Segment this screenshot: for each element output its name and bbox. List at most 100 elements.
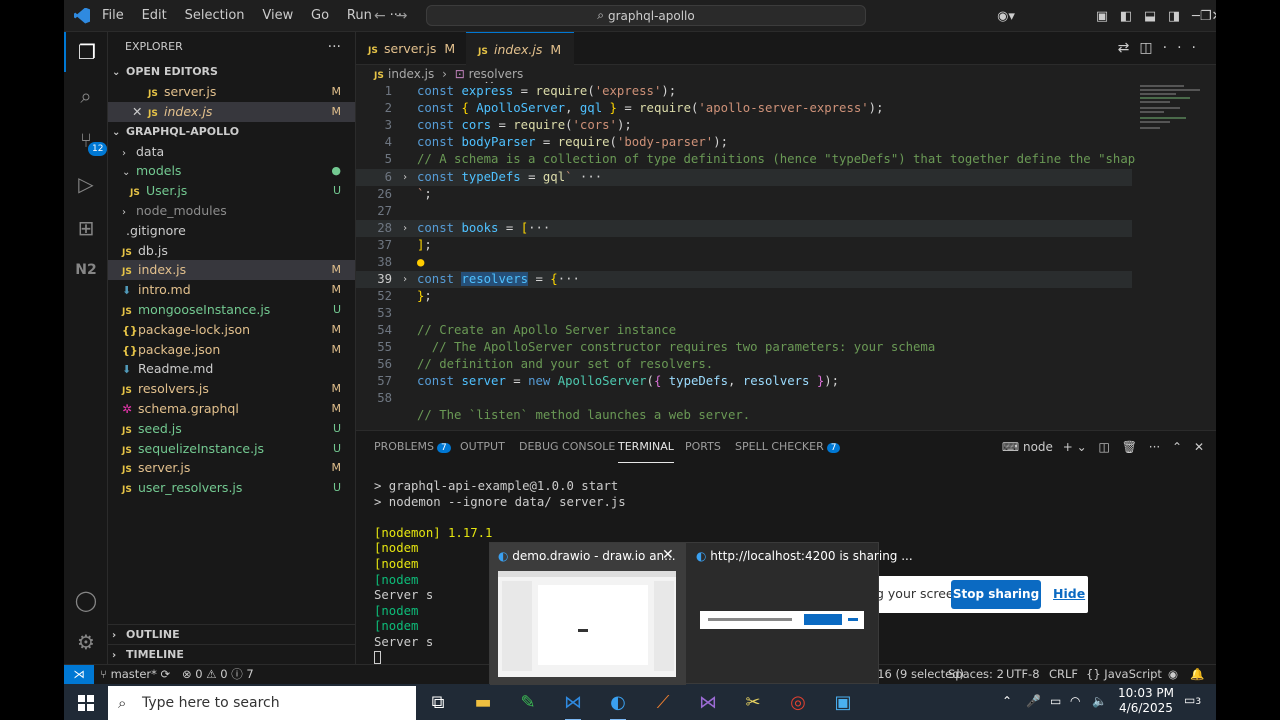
visual-studio-icon[interactable]: ⋈ (690, 688, 726, 718)
open-editor-item[interactable]: JS server.js M (108, 82, 355, 102)
tree-item[interactable]: JS server.js M (108, 458, 355, 478)
file-explorer-icon[interactable]: ▬ (465, 688, 501, 718)
sync-icon[interactable]: ⟳ (161, 667, 171, 681)
minimap[interactable] (1136, 83, 1208, 430)
source-control-icon[interactable]: ⑂ 12 (64, 120, 108, 160)
breadcrumb-symbol[interactable]: resolvers (469, 67, 524, 81)
tree-item[interactable]: .gitignore (108, 221, 355, 241)
tree-item[interactable]: JS mongooseInstance.js U (108, 300, 355, 320)
edge-browser-icon[interactable]: ◐ (600, 688, 636, 720)
trash-icon[interactable]: 🗑 (1122, 440, 1137, 454)
tab-output[interactable]: OUTPUT (460, 431, 505, 463)
editor-more-icon[interactable]: ··· (1163, 40, 1206, 56)
close-window-icon[interactable]: ✕ (1211, 9, 1216, 24)
task-view-icon[interactable]: ⧉ (420, 688, 456, 718)
language-mode[interactable]: {} JavaScript (1086, 665, 1166, 684)
tab-spell-checker[interactable]: SPELL CHECKER 7 (735, 431, 841, 463)
split-terminal-icon[interactable]: ◫ (1099, 440, 1110, 454)
tree-item[interactable]: {}package.json M (108, 340, 355, 360)
tree-item[interactable]: JS sequelizeInstance.js U (108, 439, 355, 459)
drawio-icon[interactable]: ⟋ (645, 688, 681, 718)
menu-view[interactable]: View (262, 8, 293, 23)
branch-indicator[interactable]: ⑂ master* ⟳ (100, 665, 170, 684)
extensions-icon[interactable]: ⊞ (64, 208, 108, 248)
open-editor-item-active[interactable]: ✕ JS index.js M (108, 101, 355, 122)
command-center-search[interactable]: ⌕ graphql-apollo (426, 5, 866, 26)
snipping-tool-icon[interactable]: ✂ (735, 688, 771, 718)
tree-item[interactable]: {}package-lock.json M (108, 320, 355, 340)
volume-icon[interactable]: 🔈 (1092, 694, 1107, 708)
copilot-status-icon[interactable]: ◉ (1168, 665, 1178, 684)
tab-ports[interactable]: PORTS (685, 431, 721, 463)
taskbar-search[interactable]: ⌕ Type here to search (108, 686, 416, 720)
explorer-more-icon[interactable]: ··· (328, 32, 341, 62)
split-editor-icon[interactable]: ◫ (1139, 40, 1162, 56)
toggle-panel-icon[interactable]: ⬓ (1138, 9, 1162, 24)
clock[interactable]: 10:03 PM 4/6/2025 (1118, 686, 1174, 716)
breadcrumb-file[interactable]: index.js (388, 67, 434, 81)
n2-extension-icon[interactable]: N2 (64, 250, 108, 290)
search-view-icon[interactable]: ⌕ (64, 76, 108, 116)
menu-file[interactable]: File (102, 8, 124, 23)
tree-item[interactable]: ✲ schema.graphql M (108, 399, 355, 419)
outline-section[interactable]: › OUTLINE (108, 624, 356, 644)
remote-icon[interactable]: ⋊ (64, 665, 94, 685)
customize-layout-icon[interactable]: ▣ (1090, 9, 1114, 24)
copilot-icon[interactable]: ◉▾ (986, 9, 1026, 24)
vscode-taskbar-icon[interactable]: ⋈ (555, 688, 591, 720)
open-editors-section[interactable]: ⌄ OPEN EDITORS (108, 62, 355, 82)
minimize-icon[interactable]: ─ (1192, 9, 1200, 24)
menu-edit[interactable]: Edit (142, 8, 167, 23)
notifications-bell-icon[interactable]: 🔔 (1190, 665, 1204, 684)
tree-item[interactable]: JS resolvers.js M (108, 379, 355, 399)
terminal-shell-name[interactable]: node (1023, 440, 1053, 454)
photos-icon[interactable]: ▣ (825, 688, 861, 718)
tray-overflow-icon[interactable]: ⌃ (1002, 694, 1012, 708)
encoding[interactable]: UTF-8 (1006, 665, 1040, 684)
close-editor-icon[interactable]: ✕ (132, 102, 148, 122)
tree-item[interactable]: JS db.js (108, 241, 355, 261)
tab-server-js[interactable]: JS server.js M (356, 32, 464, 65)
restore-icon[interactable]: ❐ (1200, 9, 1212, 24)
tree-item[interactable]: JS user_resolvers.js U (108, 478, 355, 498)
tree-item[interactable]: ⌄ models ● (108, 161, 355, 181)
tab-problems[interactable]: PROBLEMS 7 (374, 431, 451, 463)
preview-drawio[interactable]: ◐ demo.drawio - draw.io an... ✕ (490, 543, 686, 685)
tree-item[interactable]: › data (108, 142, 355, 162)
tab-index-js[interactable]: JSindex.js M ✕ (466, 32, 574, 93)
run-debug-icon[interactable]: ▷ (64, 164, 108, 204)
stop-sharing-button[interactable]: Stop sharing (951, 580, 1041, 609)
project-section[interactable]: ⌄ GRAPHQL-APOLLO (108, 122, 355, 142)
hide-button[interactable]: Hide (1053, 586, 1085, 601)
notification-center-icon[interactable]: ▭3 (1184, 693, 1201, 707)
tree-item[interactable]: JS index.js M (108, 260, 355, 281)
menu-selection[interactable]: Selection (185, 8, 245, 23)
timeline-section[interactable]: › TIMELINE (108, 644, 356, 664)
new-terminal-icon[interactable]: + (1063, 440, 1073, 454)
code-editor[interactable]: 1 const express = require('express'); 2 co… (356, 83, 1136, 430)
paint-app-icon[interactable]: ✎ (510, 688, 546, 718)
maximize-panel-icon[interactable]: ⌃ (1172, 440, 1182, 454)
preview-share[interactable]: ◐ http://localhost:4200 is sharing ... (688, 543, 913, 685)
problems-indicator[interactable]: ⊗ 0 ⚠ 0 ⓘ 7 (182, 665, 254, 684)
wifi-icon[interactable]: ◠ (1070, 694, 1080, 708)
toggle-sidebar-icon[interactable]: ◧ (1114, 9, 1138, 24)
tab-terminal[interactable]: TERMINAL (618, 431, 674, 463)
forward-arrow-icon[interactable]: → (396, 8, 418, 24)
tab-debug-console[interactable]: DEBUG CONSOLE (519, 431, 615, 463)
chrome-icon[interactable]: ◎ (780, 688, 816, 718)
menu-go[interactable]: Go (311, 8, 329, 23)
tree-item[interactable]: ⬇ intro.md M (108, 280, 355, 300)
explorer-icon[interactable]: ❐ (64, 32, 108, 72)
dropdown-icon[interactable]: ⌄ (1077, 440, 1087, 454)
compare-icon[interactable]: ⇄ (1118, 40, 1140, 56)
close-preview-icon[interactable]: ✕ (662, 547, 674, 563)
tree-item[interactable]: JS User.js U (108, 181, 355, 201)
account-icon[interactable]: ◯ (64, 580, 108, 620)
back-arrow-icon[interactable]: ← (374, 8, 396, 24)
lightbulb-icon[interactable]: ● (417, 255, 424, 269)
tree-item[interactable]: ⬇ Readme.md (108, 359, 355, 379)
menu-run[interactable]: Run (347, 8, 372, 23)
microphone-icon[interactable]: 🎤 (1026, 694, 1041, 708)
windows-start-icon[interactable] (78, 695, 94, 711)
